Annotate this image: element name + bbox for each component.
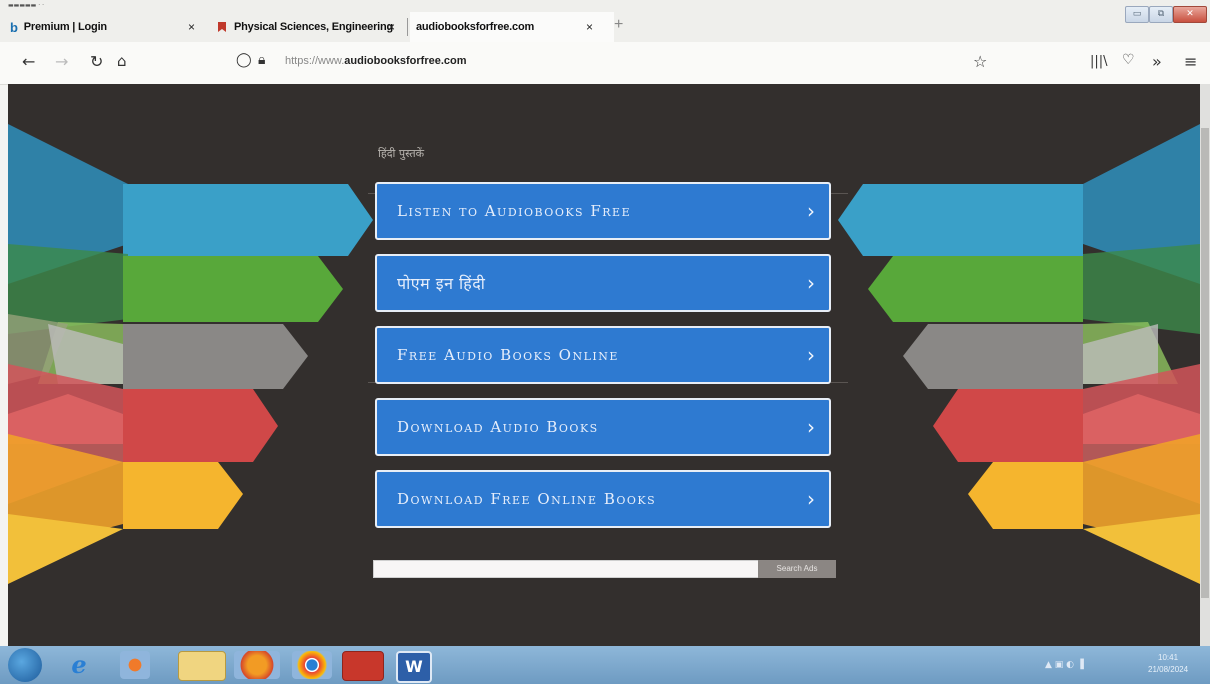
reload-icon[interactable]: ↻ (90, 52, 103, 71)
scrollbar-thumb[interactable] (1201, 128, 1209, 598)
bing-icon: b (10, 19, 18, 35)
chevron-right-icon: › (807, 271, 815, 295)
chevron-right-icon: › (807, 415, 815, 439)
close-tab-icon[interactable]: × (188, 20, 195, 34)
navigation-toolbar: ← → ↻ ⌂ ◯ 🔒︎ https://www.audiobooksforfr… (0, 42, 1210, 85)
menu-icon[interactable]: ≡ (1184, 52, 1197, 71)
star-icon[interactable]: ☆ (973, 52, 987, 71)
clock-time: 10:41 (1158, 653, 1179, 662)
internet-explorer-icon[interactable]: e (62, 651, 96, 679)
link-download-free-online-books[interactable]: Download Free Online Books › (375, 470, 831, 528)
link-label: पोएम इन हिंदी (397, 274, 486, 293)
overflow-icon[interactable]: » (1152, 52, 1162, 71)
link-label: Download Audio Books (397, 418, 599, 436)
tab-label: Physical Sciences, Engineering (234, 21, 394, 33)
tab-premium-login[interactable]: b Premium | Login × (10, 12, 205, 42)
tab-divider (407, 18, 408, 36)
taskbar: e W ▲ ▣ ◐ ▐ (0, 646, 1210, 684)
link-download-audio-books[interactable]: Download Audio Books › (375, 398, 831, 456)
chevron-right-icon: › (807, 199, 815, 223)
chrome-icon[interactable] (292, 651, 332, 679)
bookmark-icon (218, 22, 226, 32)
link-label: Download Free Online Books (397, 490, 657, 508)
lock-icon[interactable]: 🔒︎ (258, 52, 265, 68)
web-page: हिंदी पुस्तकें Listen to Audiobooks Free… (8, 84, 1200, 646)
system-clock[interactable]: 10:41 21/08/2024 (1148, 652, 1188, 676)
link-free-audio-books-online[interactable]: Free Audio Books Online › (375, 326, 831, 384)
minimize-button[interactable]: ▭ (1125, 6, 1149, 23)
forward-icon[interactable]: → (55, 52, 68, 71)
close-window-button[interactable]: ✕ (1173, 6, 1207, 23)
link-label: Listen to Audiobooks Free (397, 202, 632, 220)
acrobat-icon[interactable] (342, 651, 384, 681)
tab-label: audiobooksforfree.com (416, 21, 535, 33)
link-listen-to-audiobooks-free[interactable]: Listen to Audiobooks Free › (375, 182, 831, 240)
pocket-icon[interactable]: ♡ (1122, 52, 1135, 68)
page-subtitle: हिंदी पुस्तकें (378, 147, 425, 160)
home-icon[interactable]: ⌂ (117, 52, 127, 70)
tab-audiobooksforfree[interactable]: audiobooksforfree.com × (410, 12, 614, 42)
close-tab-icon[interactable]: × (586, 20, 593, 34)
tab-label: Premium | Login (23, 21, 107, 33)
chevron-right-icon: › (807, 343, 815, 367)
search-button[interactable]: Search Ads (758, 560, 836, 578)
firefox-icon[interactable] (234, 651, 280, 679)
shield-icon[interactable]: ◯ (236, 52, 252, 68)
url-bar[interactable]: https://www.audiobooksforfree.com (285, 55, 467, 67)
search-input[interactable] (373, 560, 760, 578)
clock-date: 21/08/2024 (1148, 665, 1189, 674)
notification-area[interactable]: ▲ ▣ ◐ ▐ (1045, 660, 1084, 670)
windows-start-icon[interactable] (8, 648, 42, 682)
file-explorer-icon[interactable] (178, 651, 226, 681)
library-icon[interactable]: |||\ (1090, 54, 1108, 69)
link-label: Free Audio Books Online (397, 346, 619, 364)
tab-physical-sciences[interactable]: Physical Sciences, Engineering × (218, 12, 408, 42)
new-tab-button[interactable]: + (614, 16, 623, 34)
media-player-icon[interactable] (120, 651, 150, 679)
back-icon[interactable]: ← (22, 52, 35, 71)
close-tab-icon[interactable]: × (388, 20, 395, 34)
link-poem-in-hindi[interactable]: पोएम इन हिंदी › (375, 254, 831, 312)
maximize-button[interactable]: ⧉ (1149, 6, 1173, 23)
chevron-right-icon: › (807, 487, 815, 511)
window-caption: ▬▬▬▬▬ · · (8, 2, 44, 9)
window-controls: ▭ ⧉ ✕ (1125, 6, 1207, 23)
word-icon[interactable]: W (396, 651, 432, 683)
